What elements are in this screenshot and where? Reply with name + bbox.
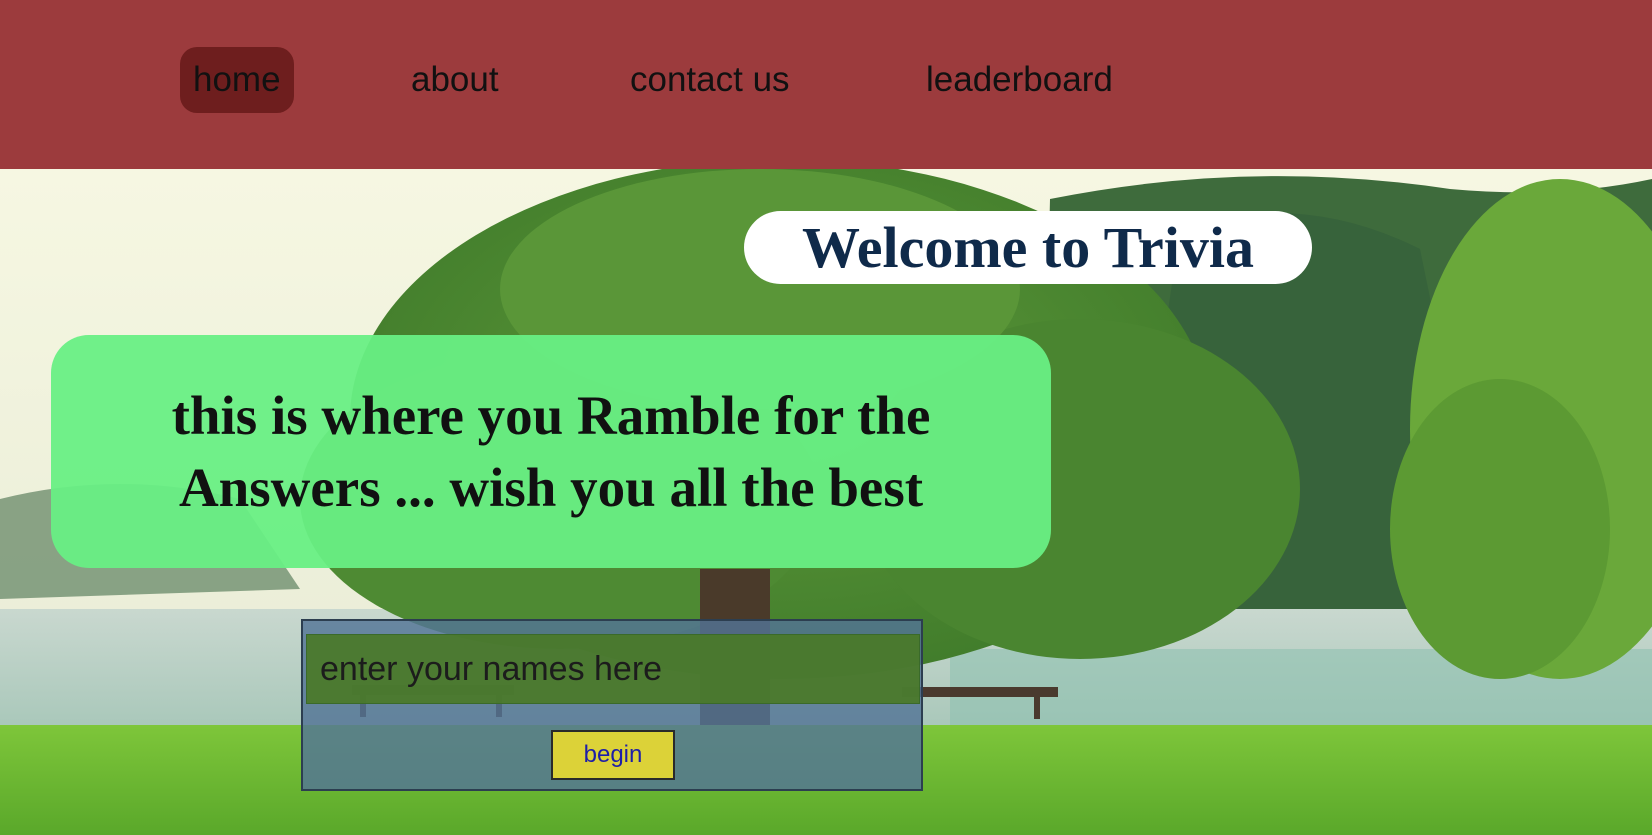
names-input[interactable] — [306, 634, 920, 704]
name-entry-form: begin — [301, 619, 923, 791]
intro-message-text: this is where you Ramble for the Answers… — [171, 384, 931, 518]
intro-message-box: this is where you Ramble for the Answers… — [51, 335, 1051, 568]
nav-item-contact-us[interactable]: contact us — [617, 47, 803, 113]
nav-item-leaderboard[interactable]: leaderboard — [913, 47, 1126, 113]
nav-item-home[interactable]: home — [180, 47, 294, 113]
top-navbar: home about contact us leaderboard — [0, 0, 1652, 169]
welcome-title: Welcome to Trivia — [744, 211, 1312, 284]
begin-button[interactable]: begin — [551, 730, 675, 780]
nav-item-about[interactable]: about — [398, 47, 512, 113]
